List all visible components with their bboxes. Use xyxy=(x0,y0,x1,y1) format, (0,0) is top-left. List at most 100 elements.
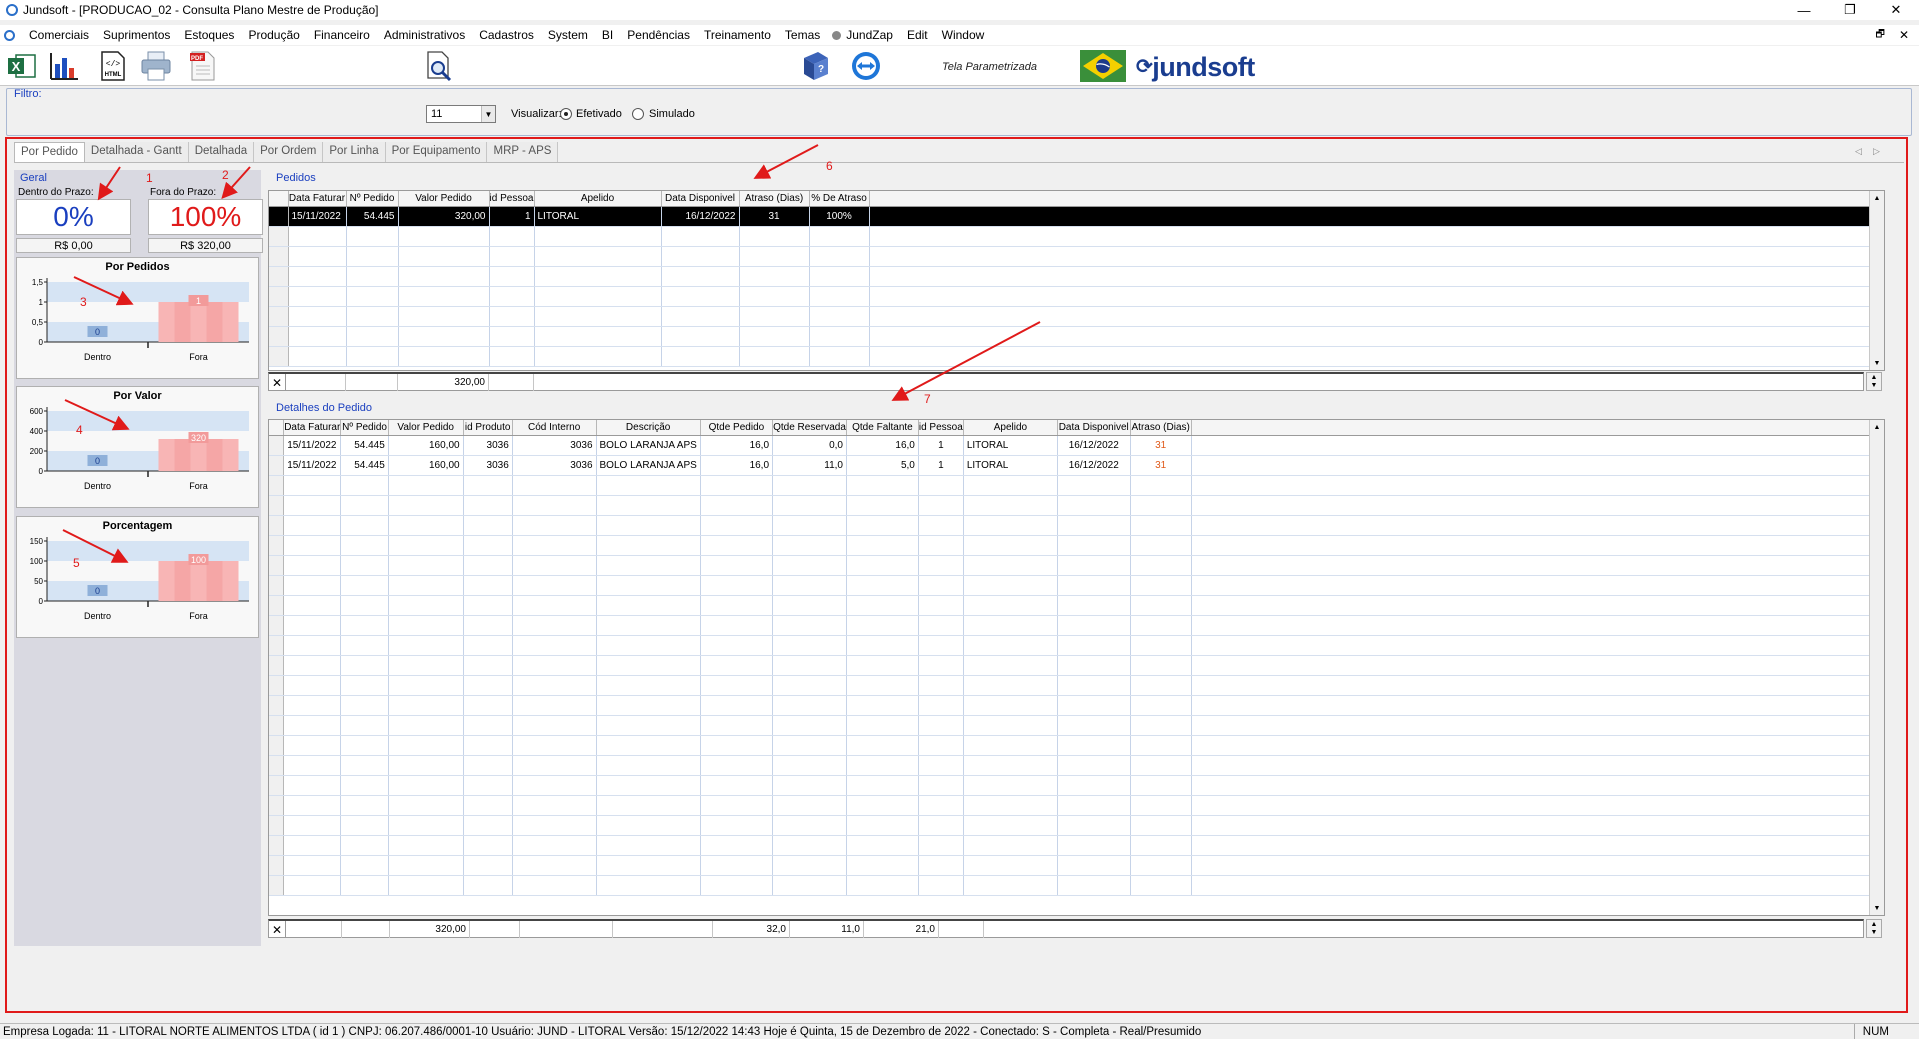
cell-apelido[interactable] xyxy=(963,615,1058,636)
cell-qtde-reservada[interactable] xyxy=(772,595,847,616)
cell-id-pessoa[interactable] xyxy=(918,795,964,816)
cell-apelido[interactable] xyxy=(963,715,1058,736)
cell-descricao[interactable]: BOLO LARANJA APS xyxy=(596,455,701,476)
row-indicator[interactable] xyxy=(269,655,285,676)
cell-valor-pedido[interactable] xyxy=(388,495,464,516)
row-indicator[interactable] xyxy=(269,635,285,656)
row-indicator[interactable] xyxy=(269,515,285,536)
scroll-down-icon[interactable]: ▼ xyxy=(1870,901,1884,915)
cell-id-pessoa[interactable] xyxy=(918,775,964,796)
cell-qtde-reservada[interactable] xyxy=(772,475,847,496)
cell-num-pedido[interactable] xyxy=(340,535,389,556)
tab-mrp-aps[interactable]: MRP - APS xyxy=(487,142,559,162)
table-row[interactable] xyxy=(269,835,1884,856)
cell-num-pedido[interactable] xyxy=(340,515,389,536)
row-indicator[interactable] xyxy=(269,575,285,596)
cell-descricao[interactable] xyxy=(596,695,701,716)
cell-data-faturar[interactable] xyxy=(283,475,342,496)
cell-atraso-dias[interactable] xyxy=(1130,575,1192,596)
row-indicator[interactable] xyxy=(269,715,285,736)
table-row[interactable] xyxy=(269,575,1884,596)
cell-qtde-faltante[interactable] xyxy=(846,875,919,896)
cell-atraso-dias[interactable] xyxy=(1130,735,1192,756)
cell-cod-interno[interactable] xyxy=(512,655,597,676)
menu-treinamento[interactable]: Treinamento xyxy=(697,28,778,42)
row-indicator[interactable] xyxy=(269,695,285,716)
row-indicator[interactable] xyxy=(269,595,285,616)
cell-descricao[interactable] xyxy=(596,675,701,696)
cell-qtde-faltante[interactable] xyxy=(846,855,919,876)
cell-data-faturar[interactable]: 15/11/2022 xyxy=(283,435,342,456)
cell-data-faturar[interactable] xyxy=(283,835,342,856)
cell-data-disponivel[interactable] xyxy=(1057,475,1131,496)
cell-qtde-pedido[interactable] xyxy=(700,595,774,616)
cell-apelido[interactable] xyxy=(963,515,1058,536)
cell-id-pessoa[interactable]: 1 xyxy=(918,455,964,476)
cell-cod-interno[interactable] xyxy=(512,835,597,856)
cell-id-produto[interactable] xyxy=(463,815,513,836)
row-indicator[interactable] xyxy=(269,875,285,896)
cell-data-faturar[interactable]: 15/11/2022 xyxy=(288,206,347,227)
cell-qtde-faltante[interactable] xyxy=(846,715,919,736)
table-row[interactable] xyxy=(269,615,1884,636)
cell-qtde-reservada[interactable] xyxy=(772,515,847,536)
cell-data-disponivel[interactable] xyxy=(1057,595,1131,616)
table-row[interactable] xyxy=(269,495,1884,516)
row-indicator[interactable] xyxy=(269,855,285,876)
tab-detalhada-gantt[interactable]: Detalhada - Gantt xyxy=(84,142,189,162)
close-icon[interactable]: ✕ xyxy=(269,374,286,391)
cell-qtde-reservada[interactable] xyxy=(772,495,847,516)
table-row[interactable] xyxy=(269,675,1884,696)
cell-data-disponivel[interactable] xyxy=(1057,635,1131,656)
col-header[interactable]: Apelido xyxy=(534,191,662,207)
tab-detalhada[interactable]: Detalhada xyxy=(188,142,255,162)
cell-atraso-dias[interactable] xyxy=(1130,655,1192,676)
cell-qtde-reservada[interactable] xyxy=(772,735,847,756)
cell-qtde-faltante[interactable] xyxy=(846,515,919,536)
cell-cod-interno[interactable] xyxy=(512,695,597,716)
cell-num-pedido[interactable] xyxy=(340,555,389,576)
cell-num-pedido[interactable] xyxy=(340,875,389,896)
restore-button[interactable]: ❐ xyxy=(1827,0,1873,20)
cell-id-produto[interactable] xyxy=(463,615,513,636)
cell-cod-interno[interactable] xyxy=(512,575,597,596)
table-row[interactable] xyxy=(269,246,1870,267)
cell-qtde-reservada[interactable] xyxy=(772,575,847,596)
cell-num-pedido[interactable] xyxy=(340,855,389,876)
table-row[interactable]: 15/11/2022 54.445 160,00 3036 3036 BOLO LARAN… xyxy=(269,455,1884,476)
table-row[interactable] xyxy=(269,326,1870,347)
cell-qtde-pedido[interactable] xyxy=(700,475,774,496)
row-indicator[interactable] xyxy=(269,755,285,776)
cell-id-produto[interactable] xyxy=(463,715,513,736)
tab-scroll-right-icon[interactable]: ▷ xyxy=(1873,146,1880,157)
cell-cod-interno[interactable] xyxy=(512,555,597,576)
cell-valor-pedido[interactable]: 160,00 xyxy=(388,435,464,456)
cell-qtde-reservada[interactable] xyxy=(772,655,847,676)
cell-id-pessoa[interactable] xyxy=(918,515,964,536)
help-book-icon[interactable]: ? xyxy=(800,50,832,82)
cell-valor-pedido[interactable] xyxy=(388,595,464,616)
cell-num-pedido[interactable]: 54.445 xyxy=(340,435,389,456)
table-row[interactable] xyxy=(269,555,1884,576)
cell-id-produto[interactable] xyxy=(463,735,513,756)
pedidos-footer-spin[interactable]: ▲ ▼ xyxy=(1866,372,1882,391)
cell-num-pedido[interactable] xyxy=(340,615,389,636)
cell-data-faturar[interactable] xyxy=(283,755,342,776)
cell-atraso-dias[interactable] xyxy=(1130,595,1192,616)
cell-atraso-dias[interactable] xyxy=(1130,555,1192,576)
cell-data-disponivel[interactable] xyxy=(1057,875,1131,896)
cell-atraso-dias[interactable] xyxy=(1130,495,1192,516)
cell-qtde-faltante[interactable] xyxy=(846,655,919,676)
cell-num-pedido[interactable] xyxy=(340,775,389,796)
col-header[interactable]: id Pessoa xyxy=(918,420,964,436)
cell-id-pessoa[interactable]: 1 xyxy=(918,435,964,456)
cell-descricao[interactable] xyxy=(596,575,701,596)
cell-qtde-pedido[interactable] xyxy=(700,755,774,776)
table-row[interactable] xyxy=(269,635,1884,656)
table-row[interactable] xyxy=(269,855,1884,876)
cell-descricao[interactable] xyxy=(596,855,701,876)
cell-qtde-reservada[interactable] xyxy=(772,795,847,816)
mdi-close-button[interactable]: ✕ xyxy=(1899,28,1909,42)
cell-data-faturar[interactable] xyxy=(283,875,342,896)
row-indicator[interactable] xyxy=(269,435,285,456)
